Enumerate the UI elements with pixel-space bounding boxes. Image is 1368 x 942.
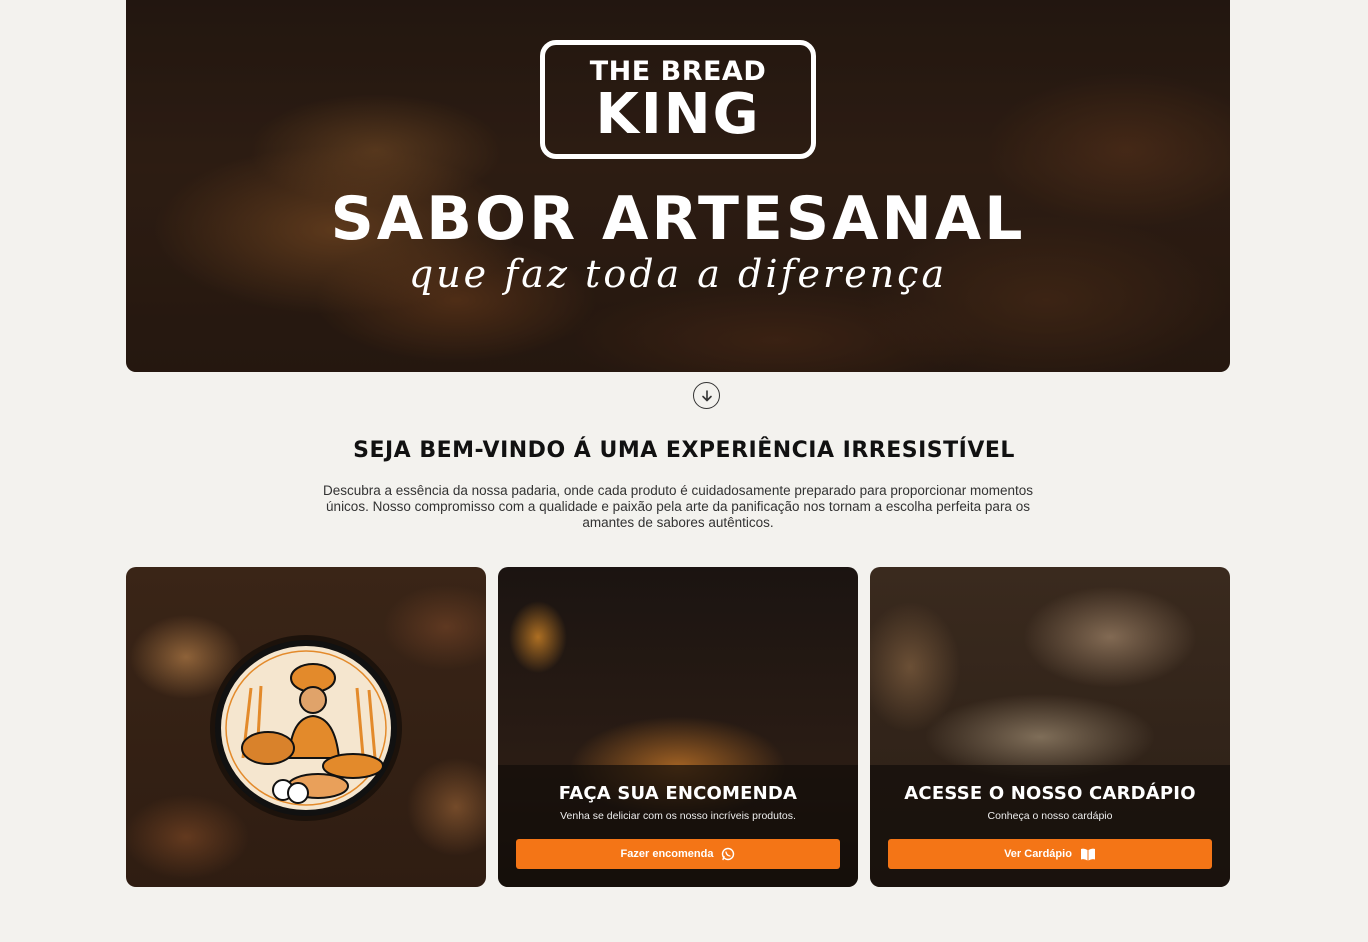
menu-card: ACESSE O NOSSO CARDÁPIO Conheça o nosso … (870, 567, 1230, 887)
whatsapp-icon (722, 847, 735, 861)
order-card: FAÇA SUA ENCOMENDA Venha se deliciar com… (498, 567, 858, 887)
order-card-title: FAÇA SUA ENCOMENDA (558, 783, 798, 804)
menu-card-title: ACESSE O NOSSO CARDÁPIO (904, 783, 1196, 804)
welcome-text: Descubra a essência da nossa padaria, on… (323, 483, 1033, 530)
menu-card-subtitle: Conheça o nosso cardápio (987, 810, 1113, 822)
logo-line2: KING (595, 81, 761, 147)
order-card-subtitle: Venha se deliciar com os nosso incríveis… (560, 810, 796, 822)
arrow-down-circle-icon (701, 389, 712, 401)
baker-emblem-icon (210, 635, 402, 821)
menu-button[interactable]: Ver Cardápio (888, 839, 1212, 869)
scroll-down-button[interactable] (693, 382, 720, 409)
hero-title: SABOR ARTESANAL (330, 184, 1026, 254)
order-button[interactable]: Fazer encomenda (516, 839, 840, 869)
hero-tagline: que faz toda a diferença (408, 252, 948, 296)
order-button-label: Fazer encomenda (620, 848, 714, 860)
baker-card (126, 567, 486, 887)
brand-logo: THE BREAD KING (540, 40, 816, 159)
hero-banner: THE BREAD KING SABOR ARTESANAL que faz t… (126, 0, 1230, 372)
book-open-icon (1080, 848, 1095, 860)
welcome-title: SEJA BEM-VINDO Á UMA EXPERIÊNCIA IRRESIS… (353, 438, 1015, 463)
menu-button-label: Ver Cardápio (1004, 848, 1072, 860)
